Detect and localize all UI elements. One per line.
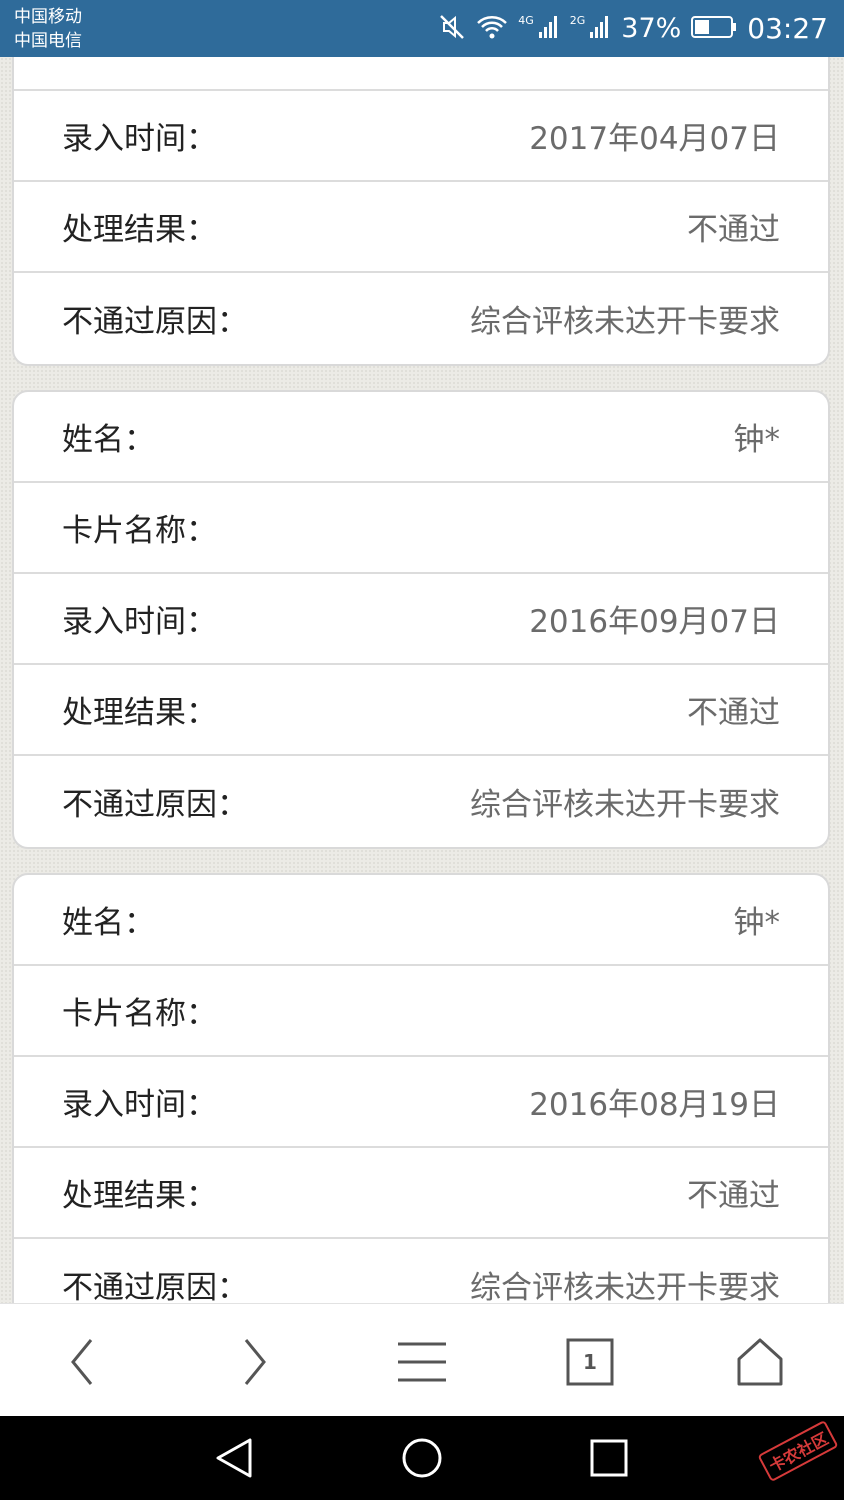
battery-icon: [691, 15, 737, 43]
watermark: 卡农社区: [757, 1419, 839, 1483]
row-value: 综合评核未达开卡要求: [470, 787, 780, 823]
row-value: 不通过: [687, 212, 780, 248]
row-label: 姓名：: [62, 905, 155, 941]
row-value: 综合评核未达开卡要求: [470, 1270, 780, 1303]
battery-percent: 37%: [621, 13, 682, 44]
row-value: 不通过: [687, 695, 780, 731]
card-row-result: 处理结果： 不通过: [14, 665, 828, 756]
signal-1-icon: [538, 14, 560, 44]
carrier-2: 中国电信: [14, 31, 82, 51]
tabs-button[interactable]: 1: [560, 1332, 620, 1392]
forward-button[interactable]: [224, 1332, 284, 1392]
nav-back-icon: [216, 1438, 252, 1478]
menu-icon: [398, 1342, 446, 1382]
nav-back-button[interactable]: [206, 1430, 262, 1486]
menu-button[interactable]: [392, 1332, 452, 1392]
card-row: 不通过原因： 综合评核未达开卡要求: [14, 273, 828, 364]
wifi-icon: [476, 14, 508, 44]
row-value: 钟*: [733, 905, 781, 941]
application-card: 姓名： 钟* 卡片名称： 录入时间： 2016年09月07日 处理结果： 不通过…: [12, 390, 830, 849]
row-label: 处理结果：: [62, 695, 217, 731]
card-row-cutoff: [14, 57, 828, 91]
nav-recent-button[interactable]: [581, 1430, 637, 1486]
clock: 03:27: [747, 12, 828, 45]
status-bar: 中国移动 中国电信 4G 2G 37% 03:27: [0, 0, 844, 57]
row-label: 录入时间：: [62, 121, 217, 157]
row-label: 不通过原因：: [62, 304, 248, 340]
card-row-reason: 不通过原因： 综合评核未达开卡要求: [14, 756, 828, 847]
application-card: 姓名： 钟* 卡片名称： 录入时间： 2016年08月19日 处理结果： 不通过…: [12, 873, 830, 1303]
card-row-card-name: 卡片名称：: [14, 966, 828, 1057]
row-value: 2017年04月07日: [529, 121, 780, 157]
row-label: 卡片名称：: [62, 513, 217, 549]
status-icons: 4G 2G 37% 03:27: [438, 0, 828, 57]
card-row-name: 姓名： 钟*: [14, 392, 828, 483]
card-row-result: 处理结果： 不通过: [14, 1148, 828, 1239]
back-button[interactable]: [53, 1332, 113, 1392]
home-button[interactable]: [730, 1332, 790, 1392]
row-label: 录入时间：: [62, 604, 217, 640]
carrier-info: 中国移动 中国电信: [14, 5, 82, 53]
signal-2-label: 2G: [569, 14, 586, 27]
forward-icon: [244, 1339, 266, 1385]
row-value: 不通过: [687, 1178, 780, 1214]
application-card-partial: 录入时间： 2017年04月07日 处理结果： 不通过 不通过原因： 综合评核未…: [12, 57, 830, 366]
mute-icon: [438, 13, 466, 45]
row-label: 录入时间：: [62, 1087, 217, 1123]
signal-1-label: 4G: [518, 14, 534, 27]
system-nav-bar: 卡农社区: [0, 1416, 844, 1500]
row-label: 不通过原因：: [62, 1270, 248, 1303]
browser-toolbar: 1: [0, 1303, 844, 1417]
signal-2-icon: [589, 14, 611, 44]
nav-home-icon: [402, 1438, 442, 1478]
card-row: 录入时间： 2017年04月07日: [14, 91, 828, 182]
card-row: 处理结果： 不通过: [14, 182, 828, 273]
back-icon: [71, 1339, 93, 1385]
nav-recent-icon: [590, 1439, 628, 1477]
carrier-1: 中国移动: [14, 7, 82, 27]
tab-count: 1: [583, 1350, 597, 1374]
card-row-entry-date: 录入时间： 2016年09月07日: [14, 574, 828, 665]
card-row-reason: 不通过原因： 综合评核未达开卡要求: [14, 1239, 828, 1303]
home-icon: [737, 1338, 783, 1386]
row-label: 处理结果：: [62, 212, 217, 248]
row-label: 姓名：: [62, 422, 155, 458]
row-label: 不通过原因：: [62, 787, 248, 823]
row-value: 2016年08月19日: [529, 1087, 780, 1123]
application-list[interactable]: 录入时间： 2017年04月07日 处理结果： 不通过 不通过原因： 综合评核未…: [0, 57, 844, 1303]
nav-home-button[interactable]: [394, 1430, 450, 1486]
row-value: 钟*: [733, 422, 781, 458]
row-value: 综合评核未达开卡要求: [470, 304, 780, 340]
card-row-entry-date: 录入时间： 2016年08月19日: [14, 1057, 828, 1148]
row-value: 2016年09月07日: [529, 604, 780, 640]
row-label: 处理结果：: [62, 1178, 217, 1214]
card-row-card-name: 卡片名称：: [14, 483, 828, 574]
card-row-name: 姓名： 钟*: [14, 875, 828, 966]
row-label: 卡片名称：: [62, 996, 217, 1032]
